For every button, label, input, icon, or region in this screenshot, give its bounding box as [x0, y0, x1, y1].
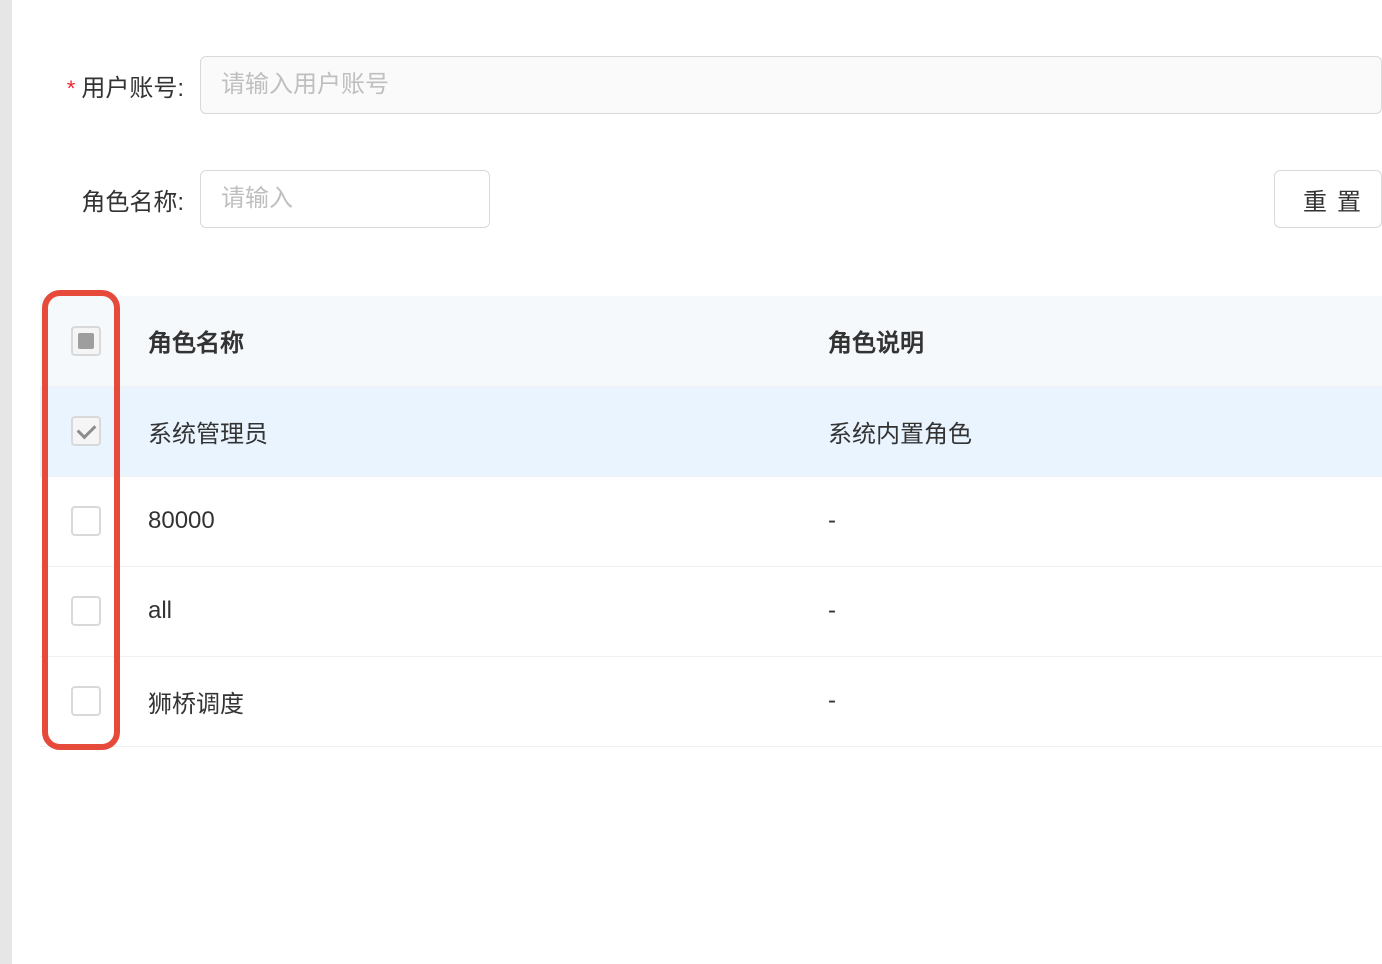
- cell-role-desc: 系统内置角色: [812, 386, 1382, 476]
- cell-role-name: all: [132, 566, 812, 656]
- account-input[interactable]: [200, 56, 1382, 114]
- role-name-label: 角色名称:: [40, 182, 200, 217]
- cell-role-name: 狮桥调度: [132, 656, 812, 746]
- cell-role-desc: -: [812, 476, 1382, 566]
- row-checkbox[interactable]: [71, 686, 101, 716]
- table-row[interactable]: 80000 -: [40, 476, 1382, 566]
- form-row-role-name: 角色名称: 重置: [40, 170, 1382, 228]
- table-row[interactable]: all -: [40, 566, 1382, 656]
- col-header-role-name: 角色名称: [132, 296, 812, 386]
- cell-role-name: 系统管理员: [132, 386, 812, 476]
- table-header-row: 角色名称 角色说明: [40, 296, 1382, 386]
- required-star-icon: *: [67, 76, 76, 101]
- table-row[interactable]: 系统管理员 系统内置角色: [40, 386, 1382, 476]
- cell-role-desc: -: [812, 566, 1382, 656]
- row-checkbox[interactable]: [71, 506, 101, 536]
- select-all-checkbox[interactable]: [71, 326, 101, 356]
- cell-role-name: 80000: [132, 476, 812, 566]
- role-name-input[interactable]: [200, 170, 490, 228]
- row-checkbox[interactable]: [71, 416, 101, 446]
- table-row[interactable]: 狮桥调度 -: [40, 656, 1382, 746]
- form-row-account: *用户账号:: [40, 56, 1382, 114]
- role-table-wrap: 角色名称 角色说明 系统管理员 系统内置角色: [40, 296, 1382, 747]
- row-checkbox[interactable]: [71, 596, 101, 626]
- role-table: 角色名称 角色说明 系统管理员 系统内置角色: [40, 296, 1382, 747]
- account-label: *用户账号:: [40, 68, 200, 103]
- cell-role-desc: -: [812, 656, 1382, 746]
- col-header-role-desc: 角色说明: [812, 296, 1382, 386]
- reset-button[interactable]: 重置: [1274, 170, 1382, 228]
